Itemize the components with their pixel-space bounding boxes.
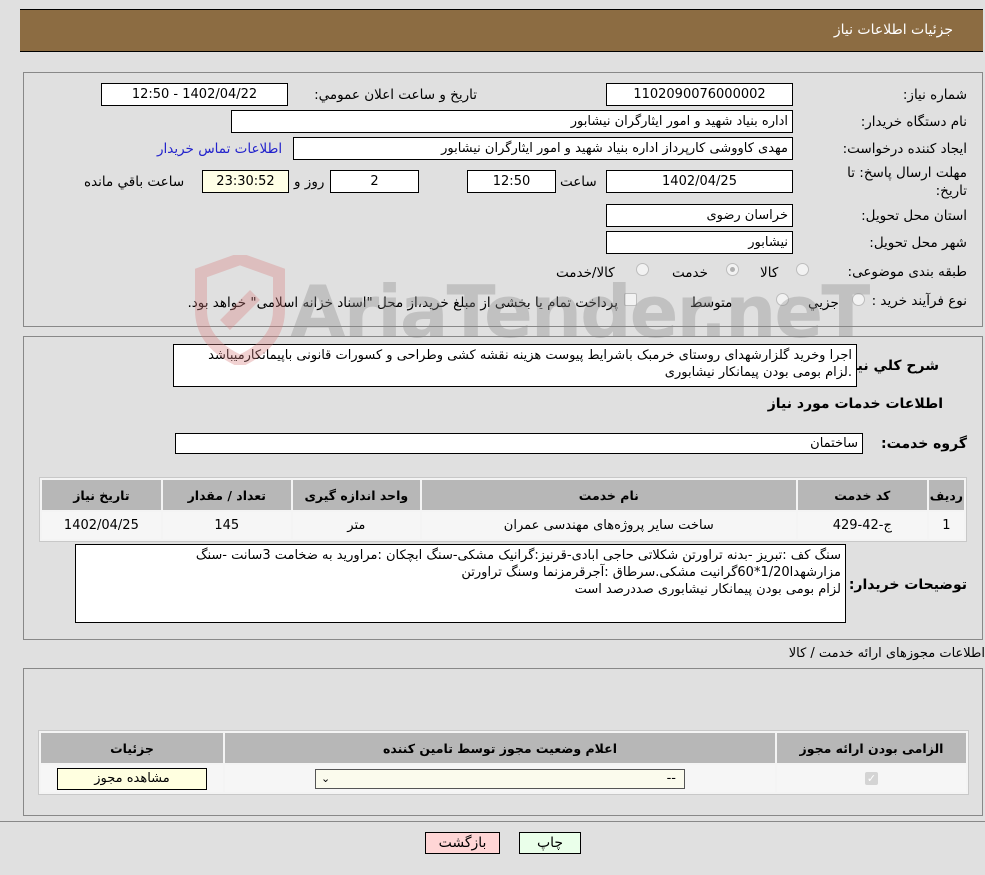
process-label: نوع فرآیند خرید : [871, 293, 967, 309]
page-title: جزئیات اطلاعات نیاز [833, 22, 953, 38]
service-group-field: ساختمان [175, 433, 863, 454]
permits-section-title: اطلاعات مجوزهای ارائه خدمت / کالا [788, 646, 985, 661]
treasury-note: پرداخت تمام یا بخشی از مبلغ خرید،از محل … [187, 295, 618, 311]
time-remaining-field: 23:30:52 [202, 170, 289, 193]
buyer-notes-label: توضیحات خریدار: [848, 577, 967, 593]
summary-textarea[interactable] [173, 344, 857, 387]
page-header: جزئیات اطلاعات نیاز [20, 9, 983, 52]
cell-row-number: 1 [928, 512, 964, 539]
cell-service-code: ج-42-429 [797, 512, 927, 539]
days-label: روز و [294, 174, 325, 190]
city-label: شهر محل تحویل: [869, 235, 967, 251]
view-permit-button[interactable]: مشاهده مجوز [57, 767, 207, 790]
process-option-minor: جزيي [808, 295, 839, 311]
cell-permit-status: -- ⌄ [225, 765, 775, 792]
chevron-down-icon: ⌄ [321, 771, 331, 785]
cell-unit: متر [292, 512, 420, 539]
col-service-name: نام خدمت [421, 480, 796, 510]
services-table: ردیف کد خدمت نام خدمت واحد اندازه گیری ت… [39, 477, 967, 542]
service-group-label: گروه خدمت: [881, 436, 967, 452]
process-radio-medium[interactable] [776, 293, 789, 306]
category-option-goods: کالا [760, 265, 779, 281]
col-permit-details: جزئیات [41, 733, 223, 763]
deadline-label: مهلت ارسال پاسخ: تا [847, 165, 967, 181]
category-option-service: خدمت [672, 265, 708, 281]
province-label: استان محل تحویل: [861, 208, 967, 224]
back-button[interactable]: بازگشت [425, 832, 500, 854]
creator-label: ایجاد کننده درخواست: [842, 141, 967, 157]
permit-status-select[interactable]: -- ⌄ [315, 768, 685, 789]
col-service-code: کد خدمت [797, 480, 927, 510]
need-number-field: 1102090076000002 [606, 83, 793, 106]
services-section-title: اطلاعات خدمات مورد نیاز [767, 396, 943, 412]
city-field: نیشابور [606, 231, 793, 254]
permits-table-header: الزامی بودن ارائه مجوز اعلام وضعیت مجوز … [41, 733, 966, 763]
permit-required-checkbox: ✓ [865, 772, 878, 785]
buyer-notes-textarea[interactable] [75, 544, 846, 623]
category-label: طبقه بندی موضوعی: [847, 264, 967, 280]
permits-table: الزامی بودن ارائه مجوز اعلام وضعیت مجوز … [38, 730, 969, 795]
process-radio-minor[interactable] [852, 293, 865, 306]
table-row: 1 ج-42-429 ساخت سایر پروژه‌های مهندسی عم… [42, 512, 964, 539]
creator-field: مهدی کاووشی کارپرداز اداره بنیاد شهید و … [293, 137, 793, 160]
col-need-date: تاریخ نیاز [42, 480, 161, 510]
province-field: خراسان رضوی [606, 204, 793, 227]
cell-permit-details: مشاهده مجوز [41, 765, 223, 792]
col-quantity: تعداد / مقدار [162, 480, 291, 510]
col-unit: واحد اندازه گیری [292, 480, 420, 510]
announce-label: تاریخ و ساعت اعلان عمومي: [314, 87, 477, 103]
buyer-org-label: نام دستگاه خریدار: [860, 114, 967, 130]
process-option-medium: متوسط [690, 295, 733, 311]
announce-field: 1402/04/22 - 12:50 [101, 83, 288, 106]
deadline-time-label: ساعت [560, 174, 597, 190]
services-table-header: ردیف کد خدمت نام خدمت واحد اندازه گیری ت… [42, 480, 964, 510]
col-permit-required: الزامی بودن ارائه مجوز [777, 733, 966, 763]
buyer-org-field: اداره بنیاد شهید و امور ایثارگران نیشابو… [231, 110, 793, 133]
buyer-contact-link[interactable]: اطلاعات تماس خریدار [157, 141, 282, 157]
deadline-label-2: تاریخ: [935, 183, 967, 199]
col-permit-status: اعلام وضعیت مجوز توسط تامین کننده [225, 733, 775, 763]
category-radio-goods[interactable] [796, 263, 809, 276]
deadline-date-field: 1402/04/25 [606, 170, 793, 193]
cell-need-date: 1402/04/25 [42, 512, 161, 539]
cell-permit-required: ✓ [777, 765, 966, 792]
days-remaining-field: 2 [330, 170, 419, 193]
footer-divider [0, 821, 985, 822]
time-remaining-label: ساعت باقي مانده [84, 174, 185, 190]
col-row-number: ردیف [928, 480, 964, 510]
treasury-checkbox[interactable] [624, 293, 637, 306]
print-button[interactable]: چاپ [519, 832, 581, 854]
deadline-time-field: 12:50 [467, 170, 556, 193]
cell-quantity: 145 [162, 512, 291, 539]
cell-service-name: ساخت سایر پروژه‌های مهندسی عمران [421, 512, 796, 539]
need-number-label: شماره نیاز: [902, 87, 967, 103]
permit-status-value: -- [666, 770, 676, 786]
category-option-goods-service: کالا/خدمت [556, 265, 615, 281]
category-radio-goods-service[interactable] [636, 263, 649, 276]
category-radio-service[interactable] [726, 263, 739, 276]
table-row: ✓ -- ⌄ مشاهده مجوز [41, 765, 966, 792]
